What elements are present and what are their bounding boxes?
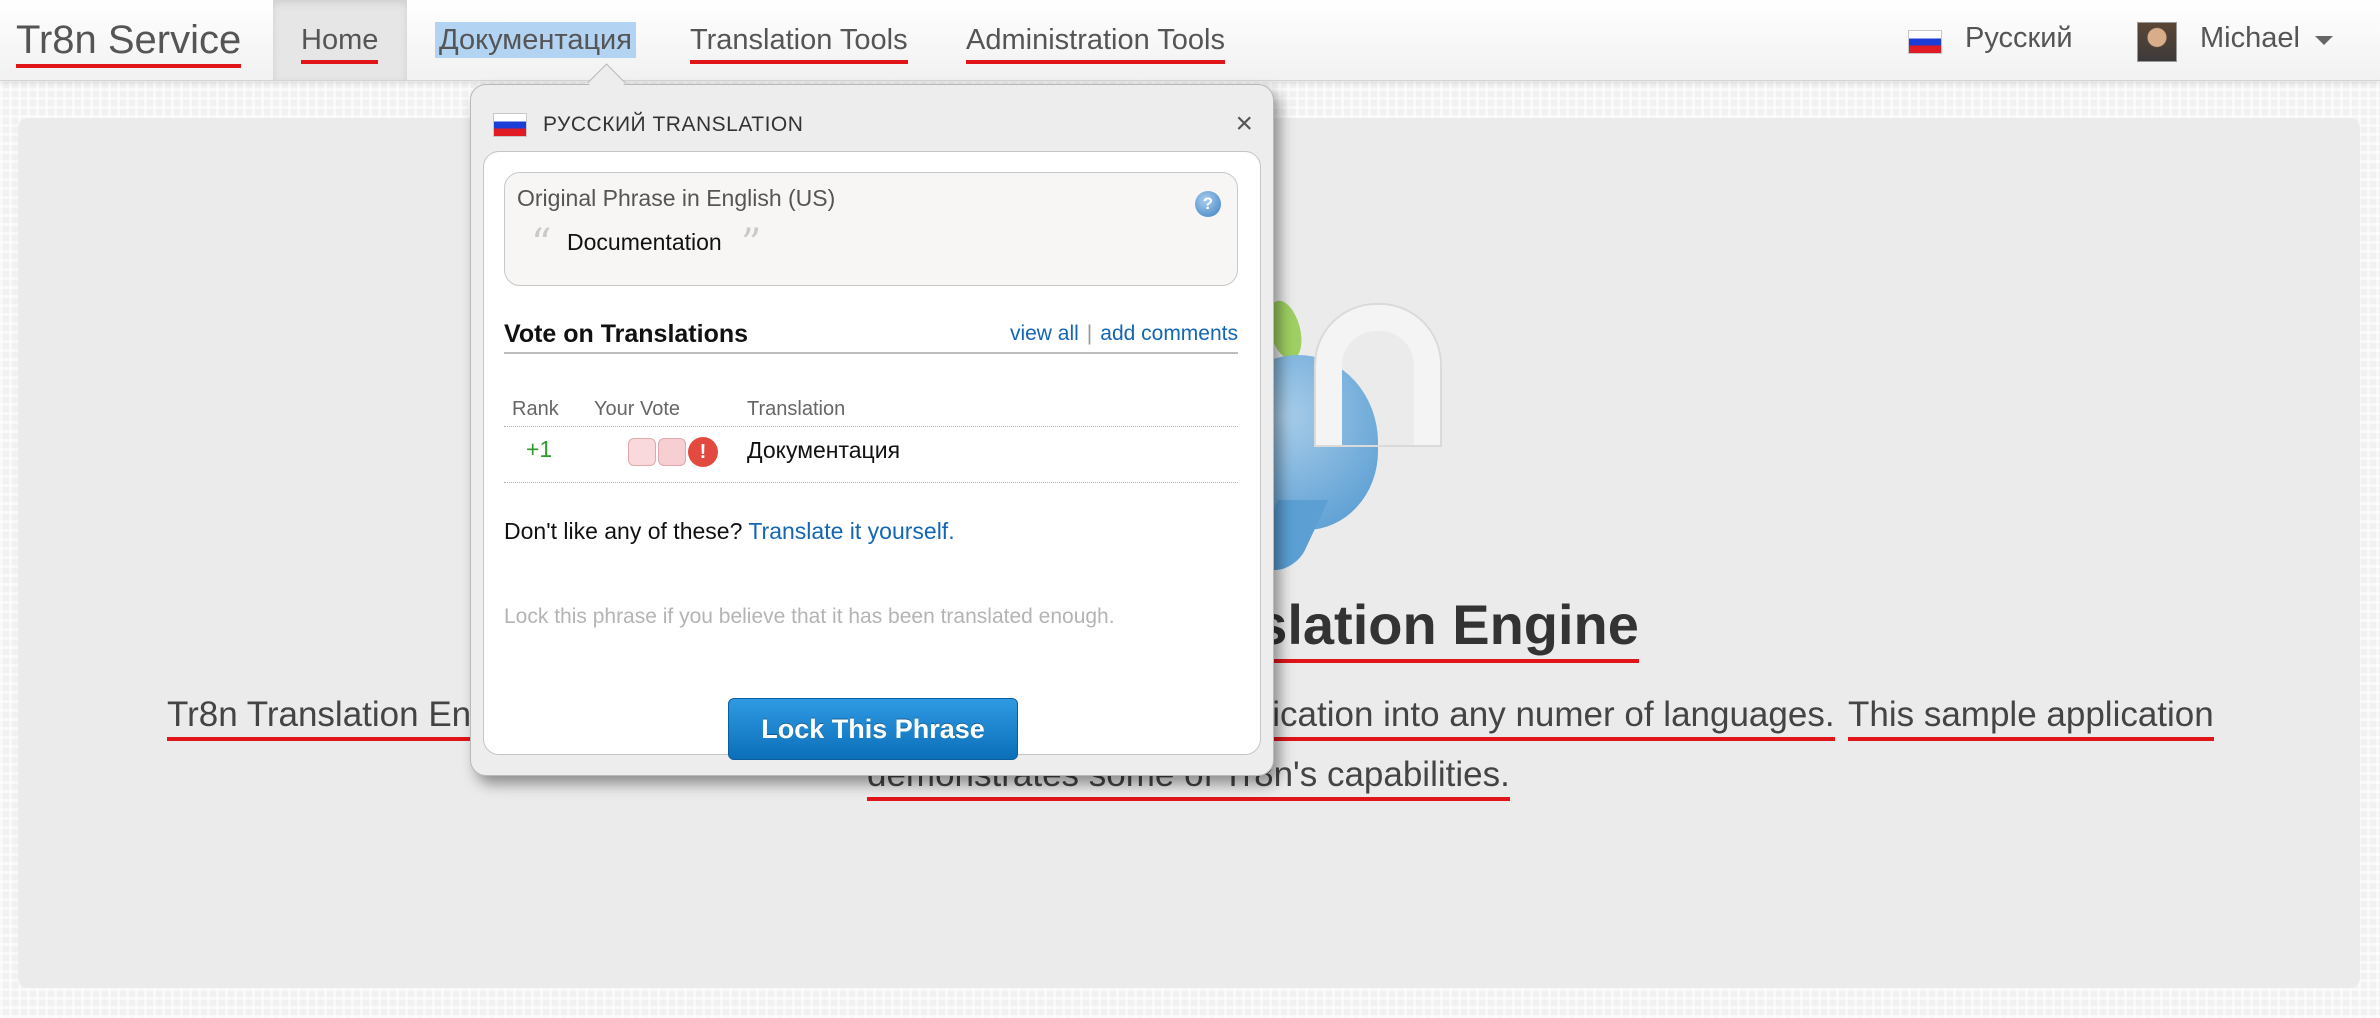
table-row-divider [504,482,1238,483]
add-comments-link[interactable]: add comments [1100,322,1238,345]
close-quote-icon: ” [741,221,762,267]
user-menu[interactable]: Michael [2200,22,2300,55]
link-separator: | [1086,322,1093,345]
russian-flag-icon [1908,30,1942,54]
open-quote-icon: “ [531,221,552,267]
popup-body: Original Phrase in English (US) ? “ Docu… [483,151,1261,760]
vote-header: Vote on Translations view all | add commen… [504,316,1238,354]
nav-item-documentation[interactable]: Документация [435,22,636,58]
column-header-your-vote: Your Vote [594,398,681,420]
russian-flag-icon [493,113,527,137]
hero-title: nslation Engine [1222,592,1639,663]
original-phrase-text: Documentation [567,229,722,255]
thumbs-down-icon[interactable] [658,438,686,466]
language-selector[interactable]: Русский [1965,22,2073,55]
hero-text-segment-3: This sample application [1848,695,2214,741]
lock-phrase-button[interactable]: Lock This Phrase [728,698,1018,760]
report-icon[interactable]: ! [688,437,718,467]
translate-yourself-link[interactable]: Translate it yourself. [748,518,954,544]
hero-text-segment-2: plication into any numer of languages. [1245,695,1835,741]
column-header-rank: Rank [512,398,559,420]
chevron-down-icon[interactable] [2315,36,2333,45]
help-icon[interactable]: ? [1195,191,1221,217]
popup-header: РУССКИЙ TRANSLATION × [493,107,1253,147]
nav-home-label[interactable]: Home [301,22,379,64]
vote-title: Vote on Translations [504,320,749,348]
original-phrase-label: Original Phrase in English (US) [517,185,836,211]
vote-links: view all | add comments [1010,322,1238,346]
close-icon[interactable]: × [1235,107,1253,141]
view-all-link[interactable]: view all [1010,322,1079,345]
translation-popup: РУССКИЙ TRANSLATION × Original Phrase in… [470,63,1274,776]
logo-letter-n [1316,305,1440,445]
lock-note: Lock this phrase if you believe that it … [504,605,1115,628]
brand-logo[interactable]: Tr8n Service [16,18,242,68]
top-navbar: Tr8n Service Home Документация Translati… [0,0,2380,81]
table-header-divider [504,426,1238,427]
popup-title: РУССКИЙ TRANSLATION [543,113,804,136]
rank-value: +1 [526,436,553,462]
column-header-translation: Translation [747,398,846,420]
translation-text: Документация [747,437,901,463]
original-phrase-box: Original Phrase in English (US) ? “ Docu… [504,172,1238,286]
translate-yourself-prompt: Don't like any of these? Translate it yo… [504,518,955,545]
user-avatar[interactable] [2137,22,2177,62]
nav-item-translation-tools[interactable]: Translation Tools [690,22,908,64]
hero-text-segment-1: Tr8n Translation En [167,695,472,741]
dont-like-text: Don't like any of these? [504,518,743,544]
nav-item-administration-tools[interactable]: Administration Tools [966,22,1225,64]
thumbs-up-icon[interactable] [628,438,656,466]
nav-item-home[interactable]: Home [273,0,407,80]
